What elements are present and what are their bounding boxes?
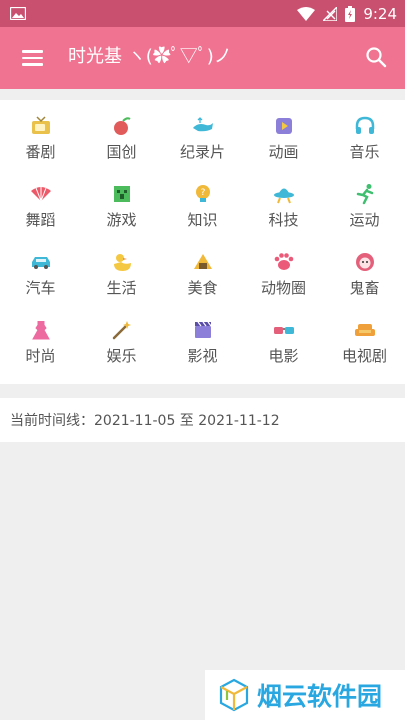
category-music[interactable]: 音乐 — [324, 109, 405, 177]
category-label: 生活 — [106, 279, 137, 297]
category-label: 游戏 — [106, 211, 137, 229]
category-knowledge[interactable]: ? 知识 — [162, 177, 243, 245]
category-life[interactable]: 生活 — [81, 245, 162, 313]
magic-wand-icon — [112, 321, 131, 340]
category-dance[interactable]: 舞蹈 — [0, 177, 81, 245]
category-label: 知识 — [187, 211, 218, 229]
category-tech[interactable]: 科技 — [243, 177, 324, 245]
watermark: 烟云软件园 — [205, 670, 405, 720]
3d-glasses-icon — [273, 327, 294, 334]
status-time: 9:24 — [363, 4, 397, 23]
fruit-icon — [113, 117, 131, 135]
timeline-bar: 当前时间线：2021-11-05 至 2021-11-12 — [0, 398, 405, 442]
clapperboard-icon — [194, 321, 211, 338]
wifi-icon — [297, 6, 316, 21]
signal-icon — [323, 6, 338, 21]
menu-icon[interactable] — [22, 50, 43, 66]
app-title: 时光基 ヽ(✿ﾟ▽ﾟ)ノ — [68, 46, 232, 67]
monster-icon — [355, 253, 374, 271]
ufo-icon — [273, 188, 294, 204]
category-label: 美食 — [187, 279, 218, 297]
runner-icon — [356, 184, 373, 205]
category-food[interactable]: 美食 — [162, 245, 243, 313]
image-icon — [10, 7, 26, 20]
category-documentary[interactable]: 纪录片 — [162, 109, 243, 177]
category-label: 娱乐 — [106, 347, 137, 365]
category-grid: 番剧 国创 纪录片 动画 音乐 舞蹈 游戏 ? 知识 科技 运动 汽车 生活 美… — [0, 100, 405, 384]
watermark-text: 烟云软件园 — [257, 682, 383, 711]
category-game[interactable]: 游戏 — [81, 177, 162, 245]
category-label: 鬼畜 — [349, 279, 380, 297]
category-label: 舞蹈 — [25, 211, 56, 229]
whale-icon — [192, 117, 213, 132]
status-bar: 9:24 — [0, 0, 405, 27]
category-label: 时尚 — [25, 347, 56, 365]
creeper-icon — [113, 186, 130, 202]
category-label: 动画 — [268, 143, 299, 161]
category-guochuang[interactable]: 国创 — [81, 109, 162, 177]
headphones-icon — [355, 116, 374, 134]
category-entertainment[interactable]: 娱乐 — [81, 313, 162, 381]
category-label: 纪录片 — [179, 143, 225, 161]
category-label: 动物圈 — [260, 279, 306, 297]
fan-icon — [30, 186, 51, 202]
tv-icon — [31, 116, 50, 134]
lightbulb-icon: ? — [195, 185, 210, 202]
rice-ball-icon — [193, 254, 212, 269]
category-fanju[interactable]: 番剧 — [0, 109, 81, 177]
car-icon — [31, 257, 50, 269]
category-kichiku[interactable]: 鬼畜 — [324, 245, 405, 313]
battery-icon — [345, 5, 356, 22]
category-label: 影视 — [187, 347, 218, 365]
search-icon[interactable] — [365, 46, 387, 68]
category-label: 国创 — [106, 143, 137, 161]
svg-text:?: ? — [200, 188, 205, 198]
category-label: 音乐 — [349, 143, 380, 161]
category-tv-series[interactable]: 电视剧 — [324, 313, 405, 381]
category-animals[interactable]: 动物圈 — [243, 245, 324, 313]
category-label: 运动 — [349, 211, 380, 229]
dress-icon — [31, 321, 50, 340]
category-sports[interactable]: 运动 — [324, 177, 405, 245]
sofa-icon — [354, 324, 375, 336]
category-movie[interactable]: 电影 — [243, 313, 324, 381]
category-label: 科技 — [268, 211, 299, 229]
category-fashion[interactable]: 时尚 — [0, 313, 81, 381]
category-label: 汽车 — [25, 279, 56, 297]
category-label: 电影 — [268, 347, 299, 365]
play-icon — [275, 118, 292, 134]
app-bar: 时光基 ヽ(✿ﾟ▽ﾟ)ノ — [0, 27, 405, 89]
category-animation[interactable]: 动画 — [243, 109, 324, 177]
cube-logo-icon — [219, 678, 249, 712]
timeline-text: 当前时间线：2021-11-05 至 2021-11-12 — [10, 413, 280, 429]
duck-icon — [113, 254, 131, 271]
category-label: 番剧 — [25, 143, 56, 161]
category-car[interactable]: 汽车 — [0, 245, 81, 313]
category-film-tv[interactable]: 影视 — [162, 313, 243, 381]
category-label: 电视剧 — [341, 347, 387, 365]
paw-icon — [274, 253, 293, 270]
